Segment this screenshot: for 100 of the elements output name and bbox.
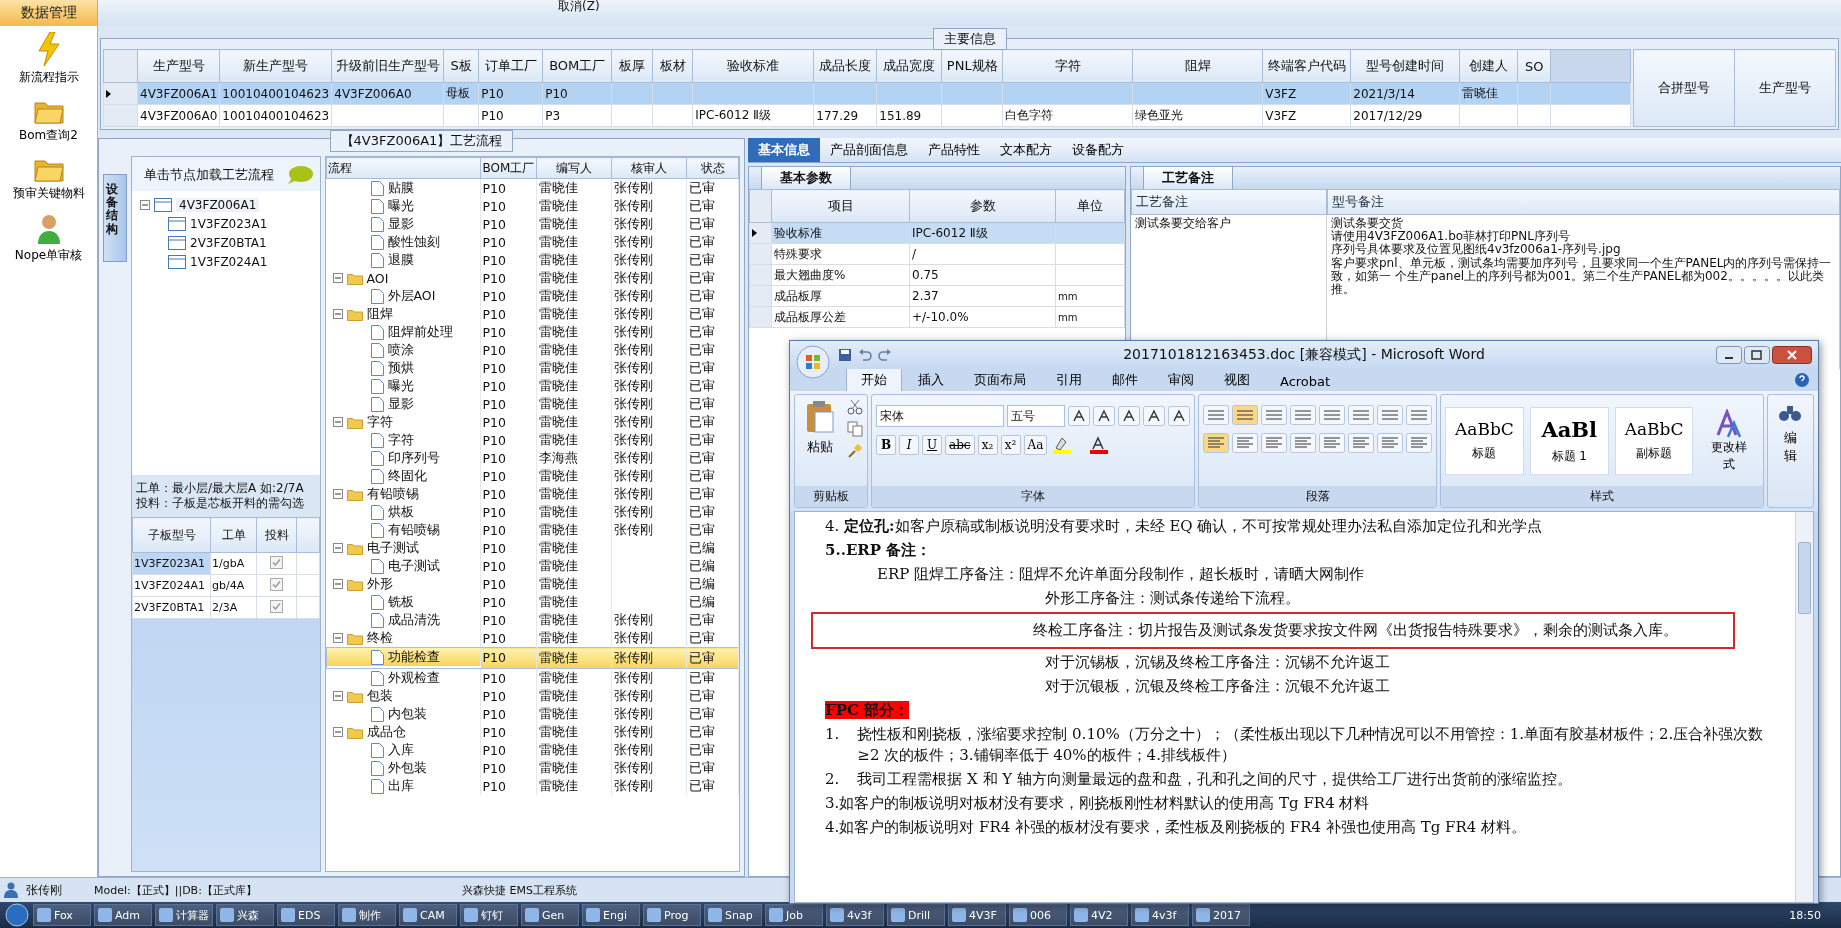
collapse-icon[interactable] [332,727,343,737]
scroll-thumb[interactable] [1798,542,1811,614]
taskbar-item[interactable]: 兴森 [216,904,274,926]
taskbar-item[interactable]: Gen [521,904,579,926]
format-icon[interactable] [1143,406,1165,426]
collapse-icon[interactable] [332,579,343,589]
office-button[interactable] [796,345,830,379]
table-row[interactable]: 退膜 P10 雷晓佳 张传刚 已审 [326,251,739,269]
ribbon-tab[interactable]: 插入 [904,369,958,391]
style-preset[interactable]: AaBl 标题 1 [1529,406,1609,475]
table-row[interactable]: 铣板 P10 雷晓佳 已编 [326,593,739,611]
checkbox[interactable] [270,599,283,613]
taskbar-item[interactable]: 4V2 [1070,904,1128,926]
table-row[interactable]: 2V3FZ0BTA1 2/3A [132,596,320,619]
collapse-icon[interactable] [332,543,343,553]
table-row[interactable]: 阻焊 P10 雷晓佳 张传刚 已审 [326,305,739,323]
checkbox[interactable] [270,555,283,569]
collapse-icon[interactable] [332,633,343,643]
list-icon[interactable] [1290,405,1316,425]
table-row[interactable]: 终固化 P10 雷晓佳 张传刚 已审 [326,467,739,485]
table-row[interactable]: 最大翘曲度% 0.75 [749,264,1125,286]
tab[interactable]: 产品剖面信息 [820,138,918,162]
column-header[interactable]: 终端客户代码 [1262,49,1351,83]
taskbar-item[interactable]: 2017 [1192,904,1250,926]
taskbar-item[interactable]: Snap [704,904,762,926]
taskbar-item[interactable]: Adm [94,904,152,926]
table-row[interactable]: 酸性蚀刻 P10 雷晓佳 张传刚 已审 [326,233,739,251]
help-icon[interactable] [1794,372,1810,388]
taskbar-item[interactable]: Drill [887,904,945,926]
table-row[interactable]: 显影 P10 雷晓佳 张传刚 已审 [326,215,739,233]
ribbon-tab[interactable]: 邮件 [1098,369,1152,391]
table-row[interactable]: 包装 P10 雷晓佳 张传刚 已审 [326,687,739,705]
taskbar-item[interactable]: 4v3f [1131,904,1189,926]
table-row[interactable]: 特殊要求 / [749,243,1125,265]
taskbar-item[interactable]: 006 [1009,904,1067,926]
format-button[interactable]: I [899,435,919,455]
cut-icon[interactable] [847,399,863,415]
column-header[interactable]: 板材 [652,49,693,83]
taskbar-item[interactable]: Engi [582,904,640,926]
table-row[interactable]: 阻焊前处理 P10 雷晓佳 张传刚 已审 [326,323,739,341]
format-button[interactable]: x₂ [977,435,998,455]
ribbon-tab[interactable]: Acrobat [1266,372,1345,391]
table-row[interactable]: AOI P10 雷晓佳 张传刚 已审 [326,269,739,287]
collapse-icon[interactable] [332,691,343,701]
copy-icon[interactable] [847,421,863,437]
table-row[interactable]: 贴膜 P10 雷晓佳 张传刚 已审 [326,178,739,197]
table-row[interactable]: 电子测试 P10 雷晓佳 已编 [326,557,739,575]
table-row[interactable]: 4V3FZ006A1 10010400104623 4V3FZ006A0 母板 P10 P10 V3FZ 2021/3/14 雷晓佳 [103,82,1631,105]
align-icon[interactable] [1290,433,1316,453]
taskbar-item[interactable]: 4v3f [826,904,884,926]
tab[interactable]: 文本配方 [990,138,1062,162]
table-row[interactable]: 成品板厚 2.37 mm [749,285,1125,307]
collapse-icon[interactable] [332,273,343,283]
align-icon[interactable] [1261,433,1287,453]
table-row[interactable]: 外观检查 P10 雷晓佳 张传刚 已审 [326,668,739,687]
column-header[interactable]: 项目 [771,189,910,223]
taskbar-item[interactable]: 制作 [338,904,396,926]
taskbar-item[interactable]: 钉钉 [460,904,518,926]
collapse-icon[interactable] [332,309,343,319]
column-header[interactable]: 工艺备注 [1131,189,1327,215]
ribbon-tab[interactable]: 页面布局 [960,369,1040,391]
table-row[interactable]: 4V3FZ006A0 10010400104623 P10 P3 IPC-6012 Ⅱ级 177.29 151.89 白色字符 绿色亚光 V3FZ 2017/12/29 [103,104,1631,127]
column-header[interactable]: 流程 [326,157,481,179]
column-header[interactable]: PNL规格 [941,49,1003,83]
table-row[interactable]: 外层AOI P10 雷晓佳 张传刚 已审 [326,287,739,305]
ribbon-tab[interactable]: 开始 [846,368,902,391]
list-icon[interactable] [1232,405,1258,425]
column-header[interactable]: 型号创建时间 [1350,49,1460,83]
list-icon[interactable] [1377,405,1403,425]
tree-item[interactable]: 1V3FZ024A1 [190,254,268,269]
column-header[interactable]: 合拼型号 [1633,49,1735,127]
ribbon-tab[interactable]: 视图 [1210,369,1264,391]
table-row[interactable]: 显影 P10 雷晓佳 张传刚 已审 [326,395,739,413]
table-row[interactable]: 电子测试 P10 雷晓佳 已编 [326,539,739,557]
table-row[interactable]: 有铅喷锡 P10 雷晓佳 张传刚 已审 [326,521,739,539]
taskbar-item[interactable]: 计算器 [155,904,213,926]
column-header[interactable]: 创建人 [1459,49,1518,83]
format-icon[interactable] [1068,406,1090,426]
table-row[interactable]: 曝光 P10 雷晓佳 张传刚 已审 [326,377,739,395]
align-icon[interactable] [1319,433,1345,453]
redo-icon[interactable] [878,348,892,362]
column-header[interactable]: 成品宽度 [876,49,942,83]
tree-item[interactable]: 4V3FZ006A1 [176,197,260,212]
font-name-field[interactable]: 宋体 [876,405,1004,427]
checkbox[interactable] [270,577,283,591]
font-size-field[interactable]: 五号 [1007,405,1065,427]
table-row[interactable]: 入库 P10 雷晓佳 张传刚 已审 [326,741,739,759]
column-header[interactable]: 阻焊 [1132,49,1263,83]
table-row[interactable]: 字符 P10 雷晓佳 张传刚 已审 [326,431,739,449]
start-icon[interactable] [4,903,30,927]
tab[interactable]: 基本参数 [761,166,851,189]
tab[interactable]: 产品特性 [918,138,990,162]
column-header[interactable]: 升级前旧生产型号 [331,49,444,83]
table-row[interactable]: 喷涂 P10 雷晓佳 张传刚 已审 [326,341,739,359]
tab[interactable]: 设备配方 [1062,138,1134,162]
table-row[interactable]: 1V3FZ024A1 gb/4A [132,574,320,597]
align-icon[interactable] [1232,433,1258,453]
align-icon[interactable] [1406,433,1432,453]
cancel-button[interactable]: 取消(Z) [558,0,600,12]
format-button[interactable]: x² [1000,435,1021,455]
